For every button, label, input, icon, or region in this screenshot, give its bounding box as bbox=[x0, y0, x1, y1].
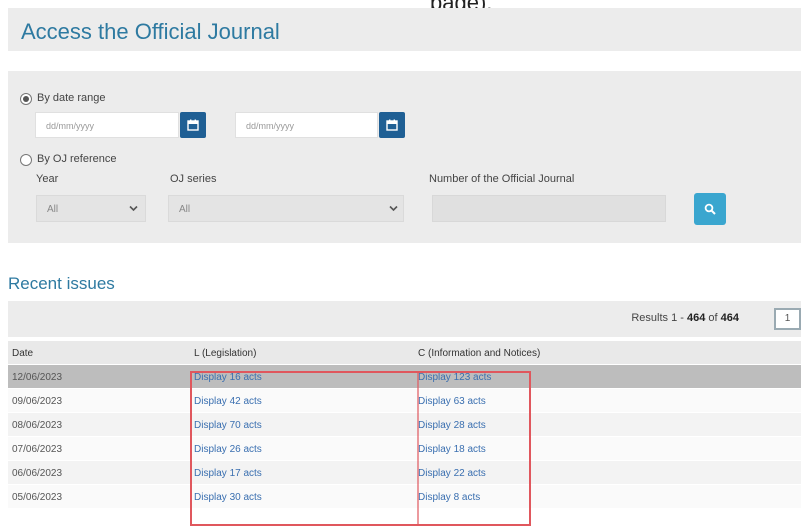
oj-reference-radio[interactable] bbox=[20, 154, 32, 166]
date-to-calendar-button[interactable] bbox=[379, 112, 405, 138]
date-from-calendar-button[interactable] bbox=[180, 112, 206, 138]
oj-series-label: OJ series bbox=[170, 173, 217, 185]
calendar-icon bbox=[187, 119, 199, 131]
issue-date: 06/06/2023 bbox=[12, 468, 63, 479]
oj-reference-label: By OJ reference bbox=[37, 153, 117, 165]
pagination-current-page[interactable]: 1 bbox=[774, 308, 801, 330]
table-header-row: Date L (Legislation) C (Information and … bbox=[8, 341, 801, 365]
issue-date: 08/06/2023 bbox=[12, 420, 63, 431]
year-label: Year bbox=[36, 173, 59, 185]
recent-issues-heading: Recent issues bbox=[8, 274, 115, 293]
search-button[interactable] bbox=[694, 193, 726, 225]
issue-date: 12/06/2023 bbox=[12, 372, 63, 383]
oj-number-label: Number of the Official Journal bbox=[429, 173, 575, 185]
header-band: Access the Official Journal bbox=[8, 8, 801, 51]
search-panel: By date range dd/mm/yyyy dd/mm/yyyy By O… bbox=[8, 71, 801, 243]
year-select[interactable]: All bbox=[36, 195, 146, 222]
results-count: 464 bbox=[686, 312, 706, 324]
column-header-date: Date bbox=[12, 348, 34, 359]
date-range-label: By date range bbox=[37, 92, 106, 104]
search-icon bbox=[704, 203, 716, 215]
date-range-radio[interactable] bbox=[20, 93, 32, 105]
chevron-down-icon bbox=[389, 205, 398, 212]
date-from-input[interactable]: dd/mm/yyyy bbox=[35, 112, 179, 138]
results-total: 464 bbox=[720, 312, 739, 324]
oj-number-input[interactable] bbox=[432, 195, 666, 222]
results-prefix: Results 1 - bbox=[631, 312, 687, 324]
issue-date: 09/06/2023 bbox=[12, 396, 63, 407]
oj-series-select-value: All bbox=[179, 204, 191, 215]
results-of: of bbox=[705, 312, 721, 324]
date-to-input[interactable]: dd/mm/yyyy bbox=[235, 112, 378, 138]
year-select-value: All bbox=[47, 204, 59, 215]
calendar-icon bbox=[386, 119, 398, 131]
oj-series-select[interactable]: All bbox=[168, 195, 404, 222]
highlight-frame-divider bbox=[417, 371, 419, 526]
highlight-frame bbox=[190, 371, 531, 526]
results-summary: Results 1 - 464 of 464 bbox=[631, 312, 739, 324]
results-bar: Results 1 - 464 of 464 1 bbox=[8, 301, 801, 337]
column-header-l: L (Legislation) bbox=[194, 348, 257, 359]
issue-date: 07/06/2023 bbox=[12, 444, 63, 455]
issue-date: 05/06/2023 bbox=[12, 492, 63, 503]
page-title: Access the Official Journal bbox=[21, 19, 280, 44]
column-header-c: C (Information and Notices) bbox=[418, 348, 541, 359]
chevron-down-icon bbox=[129, 205, 138, 212]
